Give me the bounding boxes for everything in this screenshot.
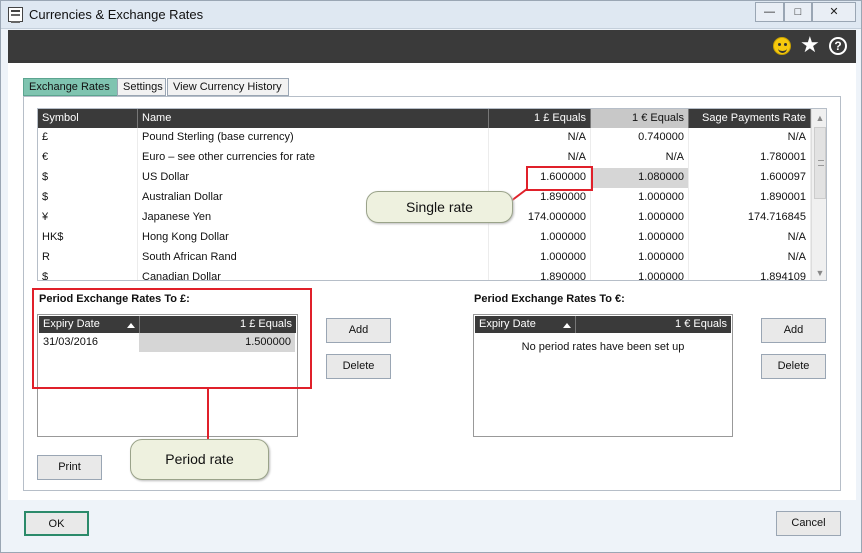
delete-gbp-period-button[interactable]: Delete <box>326 354 391 379</box>
delete-eur-period-button[interactable]: Delete <box>761 354 826 379</box>
cell-gbp-equals[interactable]: 1.000000 <box>489 228 591 248</box>
currencies-window: Currencies & Exchange Rates — □ ✕ ★ ? Ex… <box>0 0 862 553</box>
col-gbp-equals[interactable]: 1 £ Equals <box>489 109 591 128</box>
table-row[interactable]: $ Canadian Dollar 1.890000 1.000000 1.89… <box>38 268 811 280</box>
cell-symbol: £ <box>38 128 138 148</box>
add-gbp-period-button[interactable]: Add <box>326 318 391 343</box>
tab-view-currency-history[interactable]: View Currency History <box>167 78 289 96</box>
cell-sage-payments-rate: 174.716845 <box>689 208 811 228</box>
grid-scrollbar[interactable]: ▲ ▼ <box>811 109 826 280</box>
cell-gbp-equals[interactable]: 1.890000 <box>489 268 591 280</box>
close-button[interactable]: ✕ <box>812 2 856 22</box>
cell-symbol: $ <box>38 268 138 280</box>
period-rate-connector <box>207 389 209 439</box>
period-eur-header: Expiry Date 1 € Equals <box>475 316 731 333</box>
period-rate-callout: Period rate <box>130 439 269 480</box>
cell-eur-equals[interactable]: 1.000000 <box>591 208 689 228</box>
cell-eur-equals[interactable]: 1.000000 <box>591 188 689 208</box>
single-rate-callout: Single rate <box>366 191 513 223</box>
tab-settings[interactable]: Settings <box>117 78 166 96</box>
cell-eur-equals[interactable]: 1.080000 <box>591 168 689 188</box>
cell-sage-payments-rate: N/A <box>689 128 811 148</box>
empty-period-message: No period rates have been set up <box>521 341 685 353</box>
help-icon[interactable]: ? <box>829 37 847 55</box>
add-eur-period-button[interactable]: Add <box>761 318 826 343</box>
maximize-button[interactable]: □ <box>784 2 812 22</box>
period-eur-list[interactable]: Expiry Date 1 € Equals No period rates h… <box>473 314 733 437</box>
cell-eur-equals[interactable]: 1.000000 <box>591 228 689 248</box>
col-eur-equals[interactable]: 1 € Equals <box>575 316 731 333</box>
cell-symbol: ¥ <box>38 208 138 228</box>
cell-eur-equals[interactable]: 1.000000 <box>591 248 689 268</box>
col-symbol[interactable]: Symbol <box>38 109 138 128</box>
cell-symbol: HK$ <box>38 228 138 248</box>
toolbar <box>8 30 856 63</box>
cancel-button[interactable]: Cancel <box>776 511 841 536</box>
col-sage-payments-rate[interactable]: Sage Payments Rate <box>689 109 811 128</box>
scroll-down-icon[interactable]: ▼ <box>812 265 826 280</box>
cell-name: Pound Sterling (base currency) <box>138 128 489 148</box>
cell-symbol: € <box>38 148 138 168</box>
table-row[interactable]: $ US Dollar 1.600000 1.080000 1.600097 <box>38 168 811 188</box>
cell-sage-payments-rate: 1.780001 <box>689 148 811 168</box>
table-row[interactable]: € Euro – see other currencies for rate N… <box>38 148 811 168</box>
print-button[interactable]: Print <box>37 455 102 480</box>
grip-icon <box>818 160 824 166</box>
cell-gbp-equals[interactable]: 1.000000 <box>489 248 591 268</box>
cell-symbol: $ <box>38 168 138 188</box>
period-rate-highlight <box>32 288 312 389</box>
scroll-up-icon[interactable]: ▲ <box>812 110 826 126</box>
table-row[interactable]: R South African Rand 1.000000 1.000000 N… <box>38 248 811 268</box>
cell-sage-payments-rate: 1.890001 <box>689 188 811 208</box>
title-bar: Currencies & Exchange Rates — □ ✕ <box>1 1 861 29</box>
sort-asc-icon <box>563 323 571 328</box>
cell-symbol: R <box>38 248 138 268</box>
cell-eur-equals[interactable]: N/A <box>591 148 689 168</box>
col-eur-equals[interactable]: 1 € Equals <box>591 109 689 128</box>
minimize-button[interactable]: — <box>755 2 784 22</box>
tab-exchange-rates[interactable]: Exchange Rates <box>23 78 118 96</box>
cell-eur-equals[interactable]: 0.740000 <box>591 128 689 148</box>
window-title: Currencies & Exchange Rates <box>29 7 204 22</box>
cell-name: Canadian Dollar <box>138 268 489 280</box>
cell-name: Hong Kong Dollar <box>138 228 489 248</box>
smiley-icon[interactable] <box>773 37 791 55</box>
col-name[interactable]: Name <box>138 109 489 128</box>
grid-header: Symbol Name 1 £ Equals 1 € Equals Sage P… <box>38 109 811 128</box>
period-eur-label: Period Exchange Rates To €: <box>474 293 625 305</box>
table-row[interactable]: HK$ Hong Kong Dollar 1.000000 1.000000 N… <box>38 228 811 248</box>
star-icon[interactable]: ★ <box>800 34 820 56</box>
cell-gbp-equals[interactable]: N/A <box>489 148 591 168</box>
app-icon <box>8 7 23 23</box>
table-row[interactable]: £ Pound Sterling (base currency) N/A 0.7… <box>38 128 811 148</box>
cell-sage-payments-rate: N/A <box>689 248 811 268</box>
footer <box>8 500 856 548</box>
cell-sage-payments-rate: 1.894109 <box>689 268 811 280</box>
cell-sage-payments-rate: 1.600097 <box>689 168 811 188</box>
cell-eur-equals[interactable]: 1.000000 <box>591 268 689 280</box>
cell-gbp-equals[interactable]: N/A <box>489 128 591 148</box>
scroll-thumb[interactable] <box>814 127 826 199</box>
col-expiry-date[interactable]: Expiry Date <box>475 316 575 333</box>
cell-sage-payments-rate: N/A <box>689 228 811 248</box>
cell-symbol: $ <box>38 188 138 208</box>
cell-name: South African Rand <box>138 248 489 268</box>
cell-name: Euro – see other currencies for rate <box>138 148 489 168</box>
cell-name: US Dollar <box>138 168 489 188</box>
ok-button[interactable]: OK <box>24 511 89 536</box>
